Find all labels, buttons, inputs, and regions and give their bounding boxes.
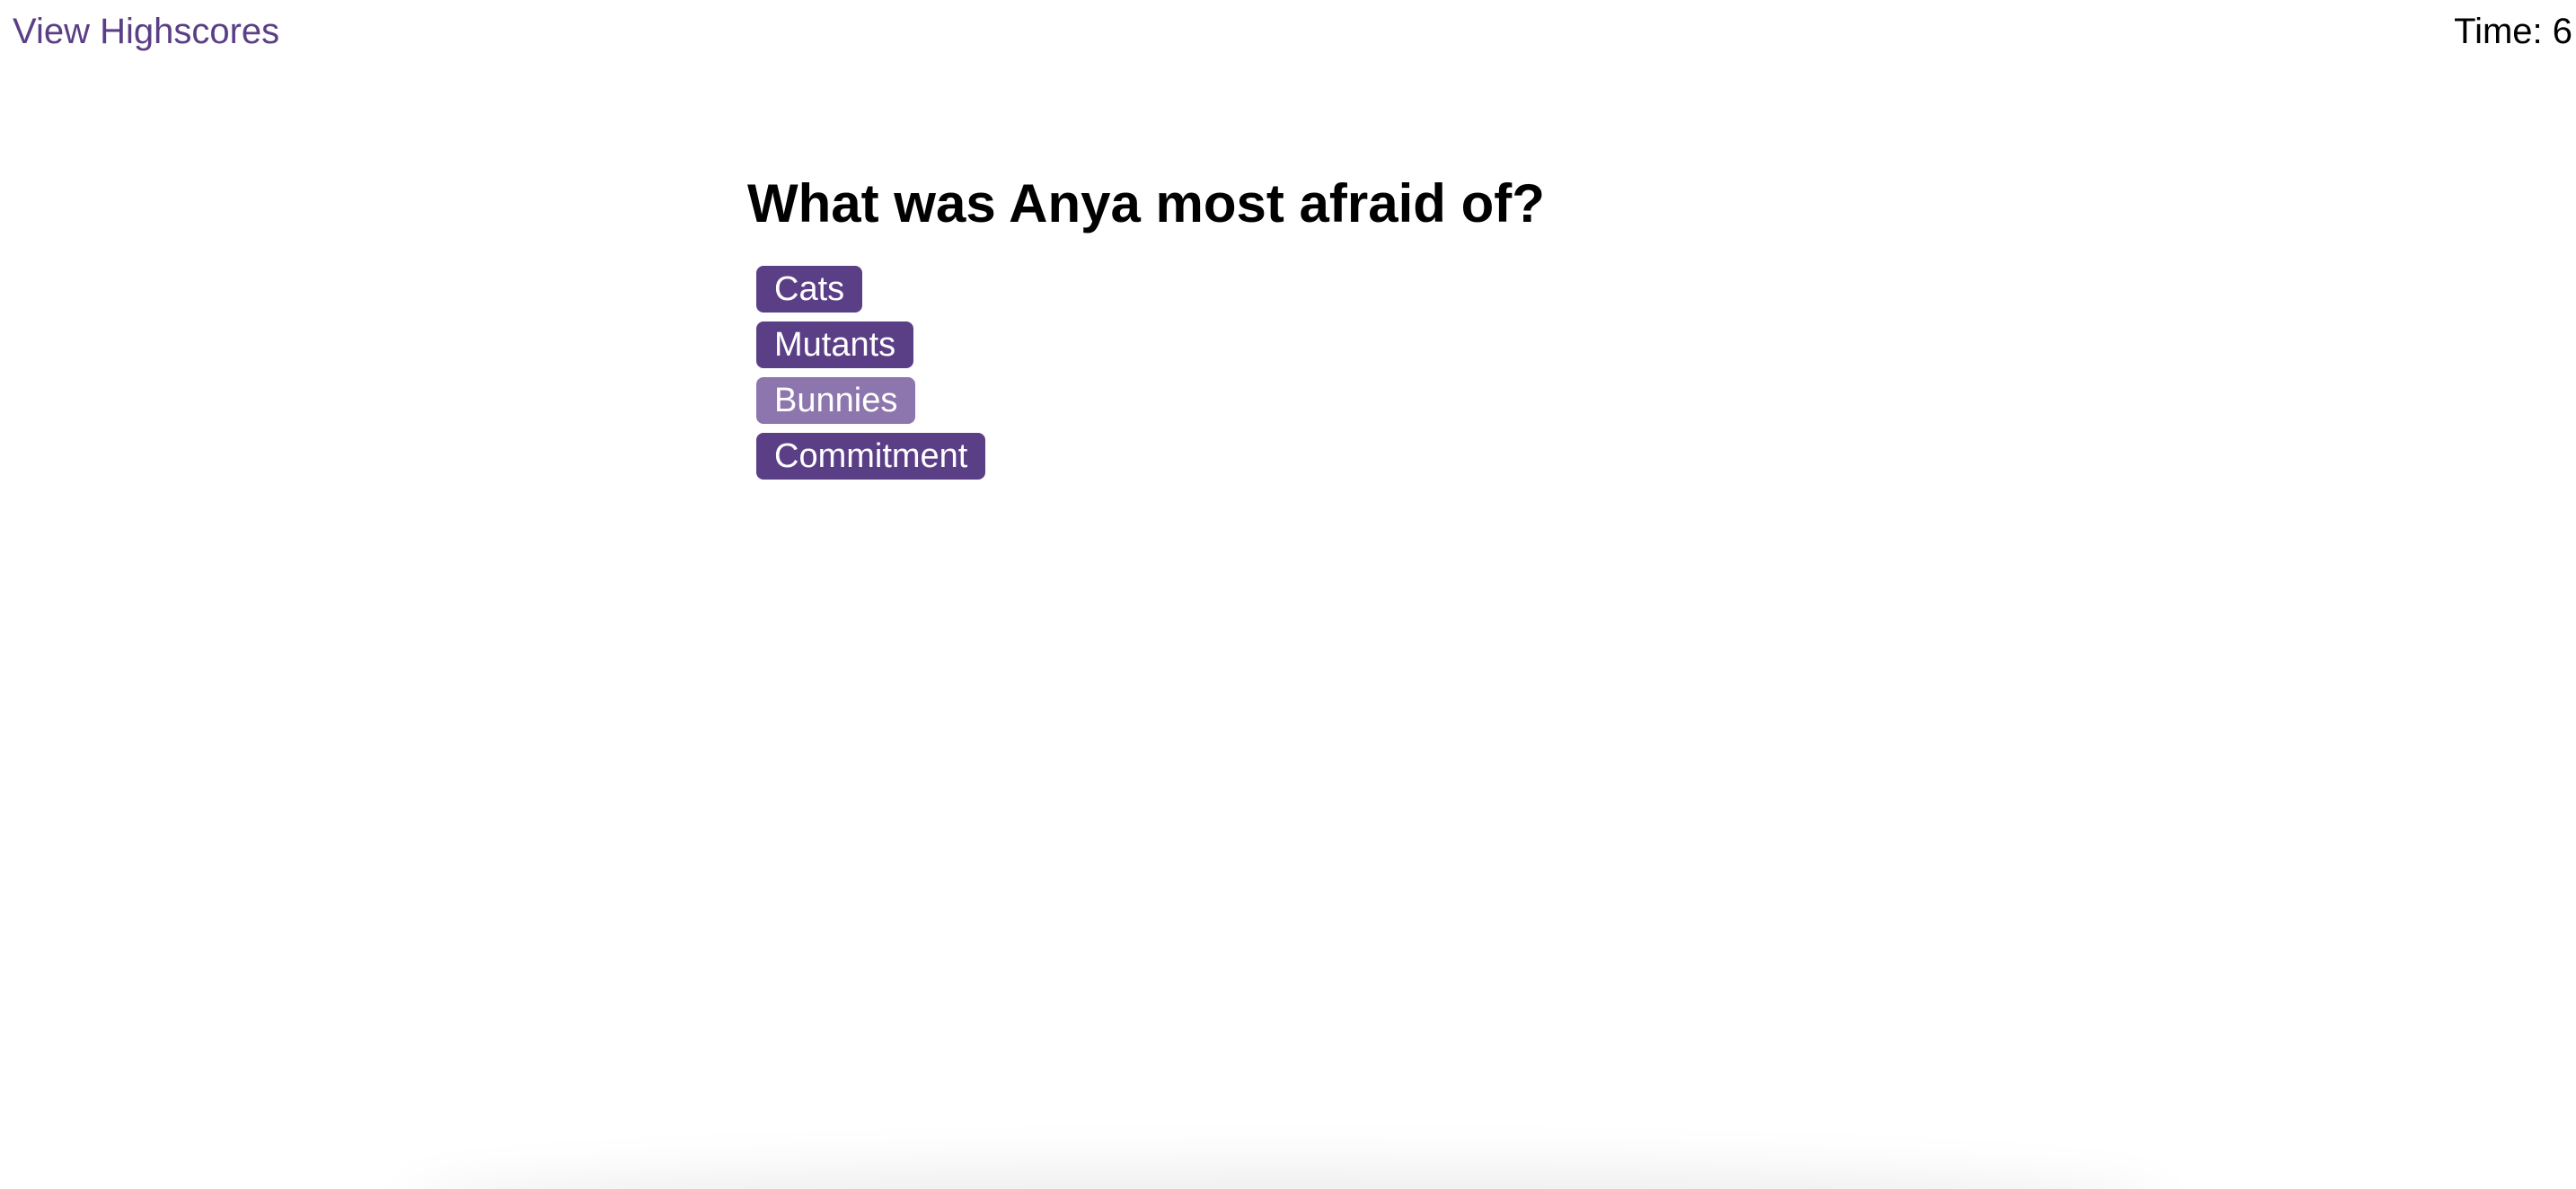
answer-button-mutants[interactable]: Mutants — [756, 321, 914, 368]
view-highscores-link[interactable]: View Highscores — [13, 9, 279, 54]
bottom-shadow — [404, 1162, 2165, 1189]
top-bar: View Highscores Time: 6 — [0, 0, 2576, 72]
quiz-container: What was Anya most afraid of? Cats Mutan… — [747, 171, 1545, 480]
answer-choices: Cats Mutants Bunnies Commitment — [756, 266, 1545, 480]
answer-button-commitment[interactable]: Commitment — [756, 433, 986, 480]
quiz-page: View Highscores Time: 6 What was Anya mo… — [0, 0, 2576, 1189]
answer-button-cats[interactable]: Cats — [756, 266, 863, 313]
question-title: What was Anya most afraid of? — [747, 173, 1545, 233]
timer-display: Time: 6 — [2454, 12, 2572, 51]
answer-button-bunnies[interactable]: Bunnies — [756, 377, 916, 424]
